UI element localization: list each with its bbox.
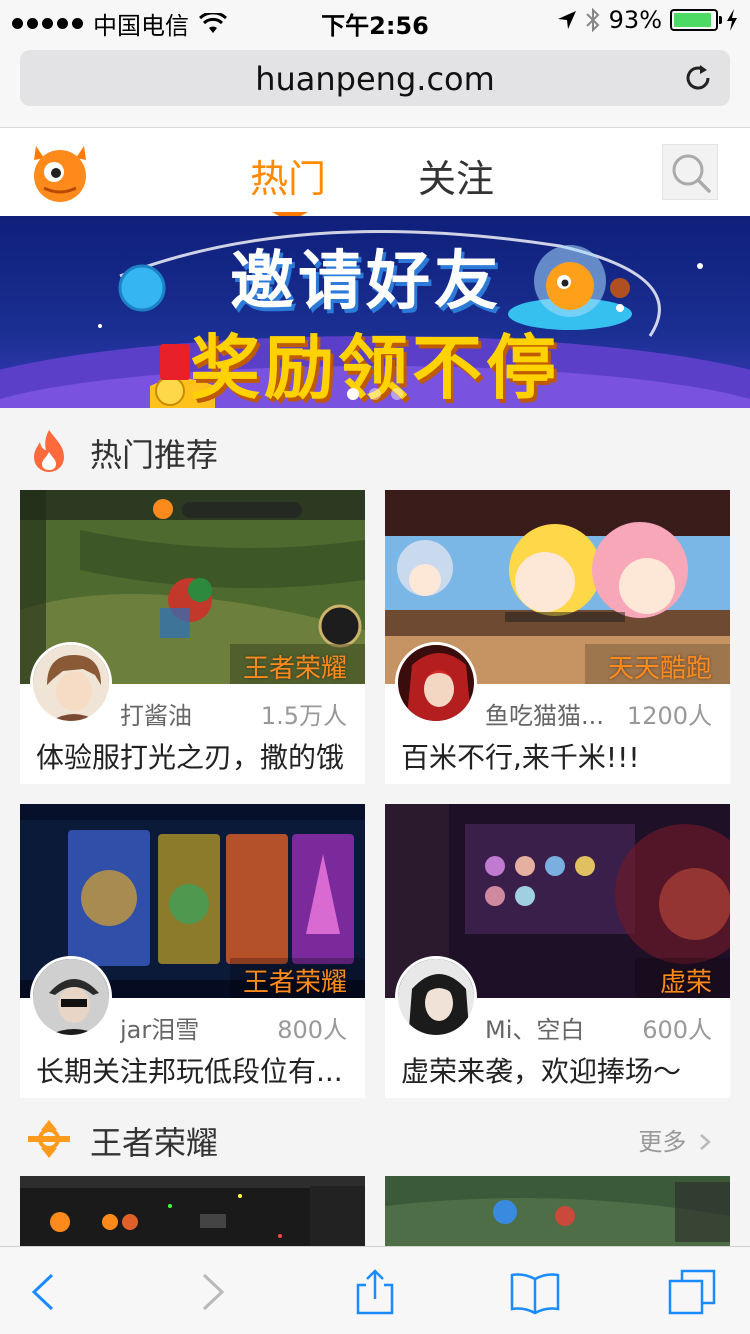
search-icon (672, 154, 711, 193)
huanpeng-logo-icon[interactable] (30, 142, 90, 202)
stream-card[interactable]: 王者荣耀 打酱油 1.5万人 体验服打光之刃，撒的饿 (20, 490, 365, 784)
streamer-avatar[interactable] (30, 956, 112, 1038)
reload-icon[interactable] (680, 60, 716, 96)
streamer-avatar[interactable] (30, 642, 112, 724)
viewer-count: 1.5万人 (260, 702, 347, 730)
back-icon[interactable] (20, 1267, 70, 1317)
hot-section-title: 热门推荐 (90, 436, 219, 474)
streamer-avatar[interactable] (395, 642, 477, 724)
viewer-count: 1200人 (626, 702, 712, 730)
search-button[interactable] (662, 144, 718, 200)
bluetooth-icon (585, 8, 600, 32)
more-link[interactable]: 更多 (638, 1122, 712, 1157)
game-category-icon (28, 1120, 70, 1158)
share-icon[interactable] (350, 1267, 400, 1317)
game-tag: 王者荣耀 (242, 654, 347, 684)
banner-dot-active (347, 388, 359, 400)
tab-following[interactable]: 关注 (418, 148, 494, 203)
chevron-right-icon (700, 1134, 711, 1150)
game-section-header: 王者荣耀 更多 (0, 1098, 750, 1178)
app-header: 热门 关注 (0, 128, 750, 222)
address-bar[interactable]: huanpeng.com (20, 50, 730, 106)
stream-card[interactable]: 王者荣耀 jar泪雪 800人 长期关注邦玩低段位有... (20, 804, 365, 1098)
banner-pagination (0, 388, 750, 400)
game-tag: 天天酷跑 (607, 654, 712, 684)
more-label: 更多 (638, 1128, 687, 1156)
charging-bolt-icon (727, 9, 737, 31)
viewer-count: 600人 (642, 1016, 712, 1044)
tab-hot[interactable]: 热门 (250, 148, 326, 222)
bookmarks-icon[interactable] (510, 1267, 560, 1317)
forward-icon[interactable] (186, 1267, 236, 1317)
location-arrow-icon (557, 11, 576, 29)
stream-card-partial[interactable] (20, 1176, 365, 1248)
streamer-avatar[interactable] (395, 956, 477, 1038)
stream-thumbnail (20, 1176, 365, 1248)
stream-title: 百米不行,来千米!!! (401, 741, 640, 774)
streamer-nickname: 打酱油 (120, 702, 192, 730)
game-section-title: 王者荣耀 (90, 1124, 219, 1162)
stream-thumbnail (385, 1176, 730, 1248)
stream-card[interactable]: 天天酷跑 鱼吃猫猫... 1200人 百米不行,来千米!!! (385, 490, 730, 784)
stream-title: 体验服打光之刃，撒的饿 (36, 741, 345, 774)
browser-toolbar (0, 1246, 750, 1334)
game-tag: 王者荣耀 (242, 968, 347, 998)
promo-banner[interactable]: 邀请好友 奖励领不停 (0, 216, 750, 408)
viewer-count: 800人 (277, 1016, 347, 1044)
banner-headline: 邀请好友 (230, 245, 502, 319)
address-url: huanpeng.com (255, 60, 495, 98)
stream-title: 虚荣来袭，欢迎捧场～ (401, 1055, 682, 1088)
battery-percent: 93% (608, 6, 662, 34)
status-bar: 中国电信 下午2:56 93% (0, 0, 750, 40)
game-tag: 虚荣 (659, 968, 712, 998)
browser-address-area: huanpeng.com (0, 40, 750, 128)
stream-card-partial[interactable] (385, 1176, 730, 1248)
streamer-nickname: 鱼吃猫猫... (485, 702, 604, 730)
battery-icon (670, 9, 722, 31)
tabs-icon[interactable] (668, 1267, 718, 1317)
banner-dot (391, 388, 403, 400)
banner-dot (369, 388, 381, 400)
streamer-nickname: jar泪雪 (120, 1016, 200, 1044)
flame-icon (34, 430, 64, 472)
hot-section-header: 热门推荐 (0, 410, 750, 490)
stream-title: 长期关注邦玩低段位有... (36, 1055, 343, 1088)
streamer-nickname: Mi、空白 (485, 1016, 585, 1044)
stream-card[interactable]: 虚荣 Mi、空白 600人 虚荣来袭，欢迎捧场～ (385, 804, 730, 1098)
